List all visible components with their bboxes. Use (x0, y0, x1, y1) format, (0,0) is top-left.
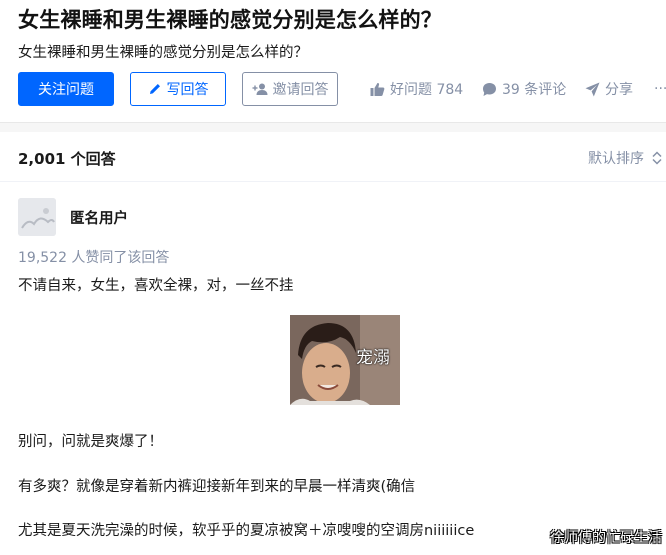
share-label: 分享 (605, 82, 633, 98)
invite-user-icon (252, 82, 268, 96)
meme-image[interactable]: 宠溺 (290, 315, 400, 405)
question-detail: 女生裸睡和男生裸睡的感觉分别是怎么样的？ (18, 45, 308, 61)
question-action-bar: 关注问题 写回答 邀请回答 (18, 72, 338, 106)
answer-count: 2,001 个回答 (18, 150, 116, 168)
answer-paragraph: 有多爽？就像是穿着新内裤迎接新年到来的早晨一样清爽(确信 (18, 479, 416, 495)
more-icon: ··· (654, 81, 666, 97)
comments-button[interactable]: 39 条评论 (482, 72, 566, 106)
answer-author: 匿名用户 (18, 198, 128, 236)
answer-paragraph: 尤其是夏天洗完澡的时候，软乎乎的夏凉被窝＋凉嗖嗖的空调房niiiiiice (18, 523, 475, 539)
author-name[interactable]: 匿名用户 (70, 207, 128, 228)
question-title: 女生裸睡和男生裸睡的感觉分别是怎么样的？ (18, 8, 442, 32)
sort-arrows-icon (652, 151, 662, 165)
comment-bubble-icon (482, 82, 497, 97)
thumbs-up-icon (370, 82, 385, 97)
meme-caption: 宠溺 (356, 348, 390, 368)
answer-paragraph: 别问，问就是爽爆了！ (18, 434, 163, 450)
anonymous-avatar-image (18, 198, 56, 236)
section-divider (0, 122, 666, 132)
more-button[interactable]: ··· (654, 72, 666, 106)
write-answer-label: 写回答 (166, 82, 209, 98)
question-header: 女生裸睡和男生裸睡的感觉分别是怎么样的？ 女生裸睡和男生裸睡的感觉分别是怎么样的… (0, 0, 666, 122)
write-answer-button[interactable]: 写回答 (130, 72, 226, 106)
follow-question-label: 关注问题 (38, 82, 94, 98)
answer-paragraph: 不请自来，女生，喜欢全裸，对，一丝不挂 (18, 278, 294, 294)
invite-answer-label: 邀请回答 (272, 82, 329, 98)
sort-dropdown[interactable]: 默认排序 (588, 148, 662, 168)
answers-header: 2,001 个回答 默认排序 (0, 132, 666, 182)
invite-answer-button[interactable]: 邀请回答 (242, 72, 338, 106)
avatar[interactable] (18, 198, 56, 236)
paper-plane-icon (585, 82, 600, 97)
pen-icon (148, 82, 162, 96)
comments-label: 39 条评论 (502, 82, 567, 98)
good-question-label: 好问题 784 (390, 82, 464, 98)
follow-question-button[interactable]: 关注问题 (18, 72, 114, 106)
watermark: 徐师傅的忙碌生活 (550, 530, 662, 546)
sort-label: 默认排序 (588, 151, 644, 167)
share-button[interactable]: 分享 (585, 72, 633, 106)
good-question-button[interactable]: 好问题 784 (370, 72, 463, 106)
vote-info: 19,522 人赞同了该回答 (18, 250, 170, 266)
